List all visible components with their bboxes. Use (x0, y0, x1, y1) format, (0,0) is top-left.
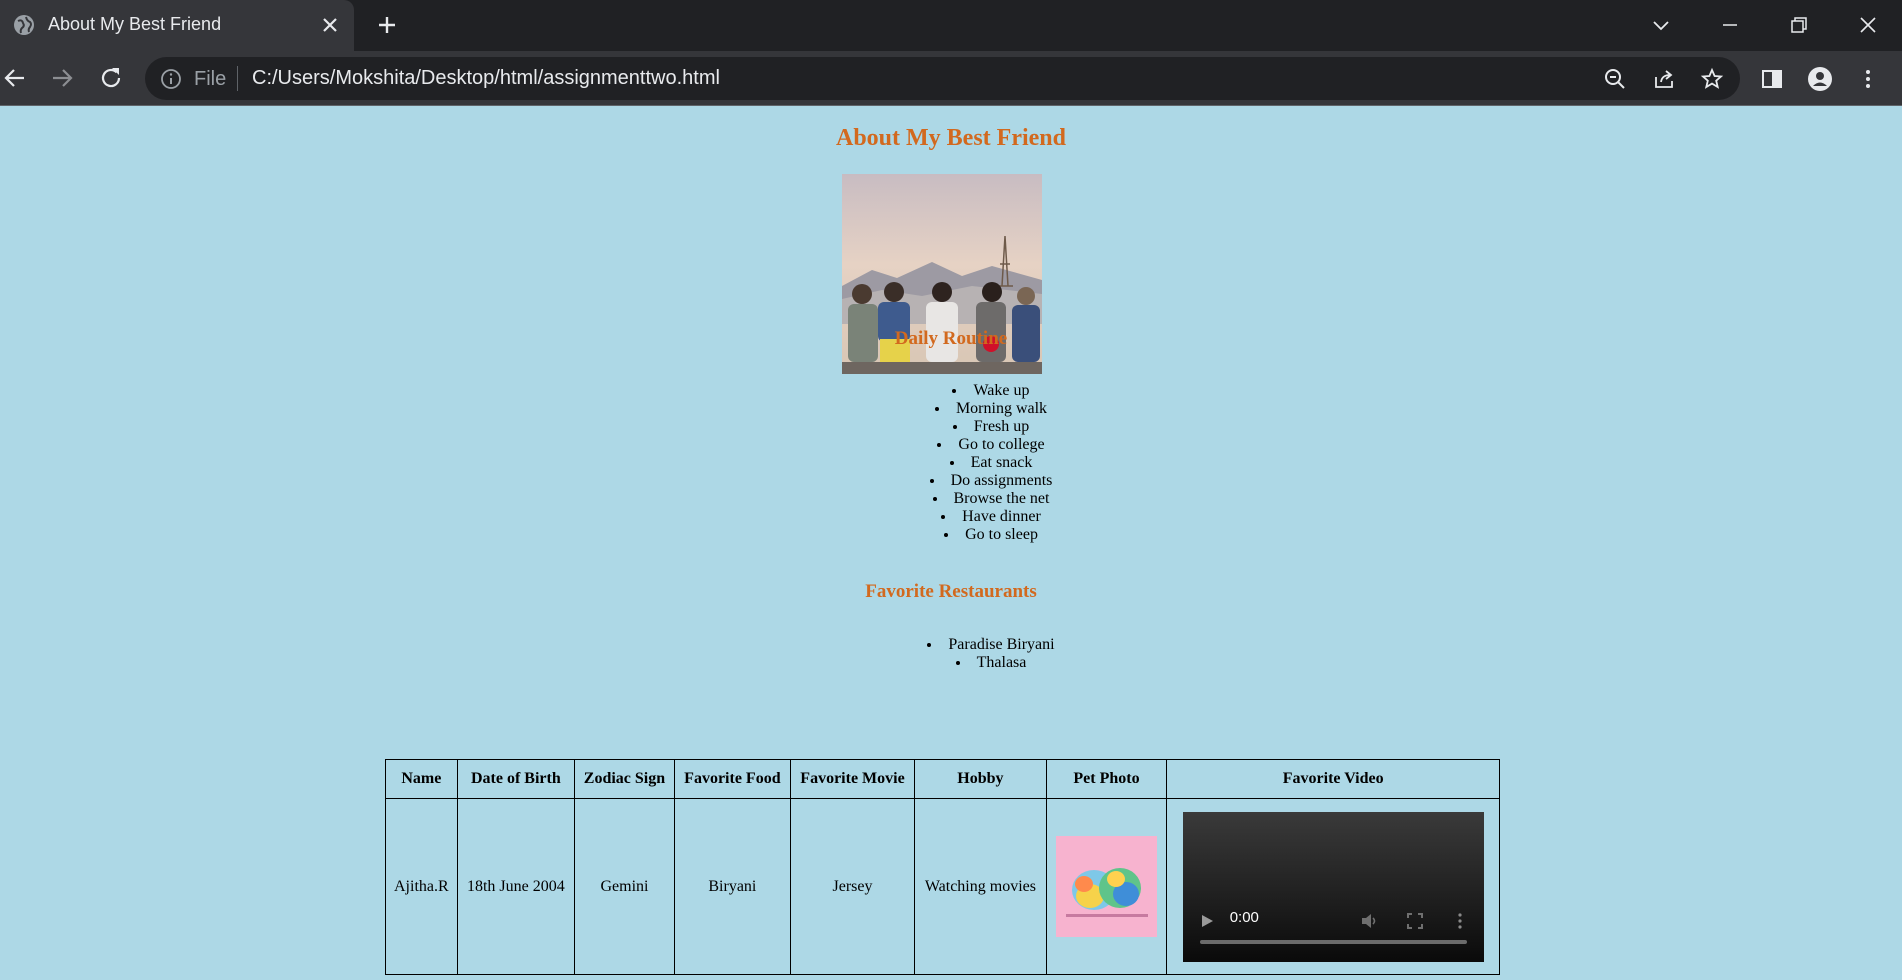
routine-item: Browse the net (40, 490, 1902, 508)
routine-item: Do assignments (40, 472, 1902, 490)
more-options-icon[interactable] (1451, 912, 1469, 930)
routine-item: Fresh up (40, 418, 1902, 436)
globe-icon (14, 15, 34, 35)
address-separator (237, 66, 238, 91)
address-bar[interactable]: File C:/Users/Mokshita/Desktop/html/assi… (145, 57, 1740, 100)
minimize-icon[interactable] (1717, 12, 1743, 38)
dob-cell: 18th June 2004 (456, 798, 576, 975)
food-cell: Biryani (673, 798, 791, 975)
fullscreen-icon[interactable] (1406, 912, 1423, 929)
favorite-restaurants-heading: Favorite Restaurants (865, 581, 1037, 602)
tab-title: About My Best Friend (48, 14, 222, 34)
volume-icon[interactable] (1359, 911, 1379, 931)
zoom-out-icon[interactable] (1603, 67, 1627, 91)
address-scheme-label: File (194, 68, 227, 90)
bookmark-star-icon[interactable] (1700, 67, 1724, 91)
pet-photo (1056, 836, 1157, 937)
routine-item: Eat snack (40, 454, 1902, 472)
routine-item: Have dinner (40, 508, 1902, 526)
daily-routine-list: Wake up Morning walk Fresh up Go to coll… (0, 382, 1902, 544)
column-header: Pet Photo (1045, 759, 1168, 799)
column-header: Favorite Movie (789, 759, 916, 799)
movie-cell: Jersey (789, 798, 916, 975)
new-tab-icon[interactable] (375, 13, 399, 37)
reload-icon[interactable] (98, 65, 124, 91)
routine-item: Go to college (40, 436, 1902, 454)
forward-icon[interactable] (49, 65, 75, 91)
column-header: Name (385, 759, 458, 799)
page-title: About My Best Friend (836, 125, 1066, 151)
restaurant-item: Paradise Biryani (40, 636, 1902, 654)
restaurant-item: Thalasa (40, 654, 1902, 672)
play-icon[interactable] (1199, 913, 1215, 929)
daily-routine-heading: Daily Routine (894, 328, 1008, 349)
tab-strip: About My Best Friend (0, 0, 1902, 51)
column-header: Zodiac Sign (574, 759, 675, 799)
favorite-video-player[interactable]: 0:00 (1182, 811, 1484, 962)
active-tab[interactable]: About My Best Friend (0, 0, 354, 51)
browser-toolbar: File C:/Users/Mokshita/Desktop/html/assi… (0, 51, 1902, 106)
table-header-row: Name Date of Birth Zodiac Sign Favorite … (385, 759, 1500, 799)
pet-photo-cell (1045, 798, 1168, 975)
column-header: Hobby (914, 759, 1047, 799)
hobby-cell: Watching movies (914, 798, 1047, 975)
back-icon[interactable] (2, 65, 28, 91)
name-cell: Ajitha.R (385, 798, 458, 975)
table-row: Ajitha.R 18th June 2004 Gemini Biryani J… (385, 798, 1500, 975)
column-header: Date of Birth (456, 759, 576, 799)
tab-search-icon[interactable] (1648, 12, 1674, 38)
profile-icon[interactable] (1807, 66, 1833, 92)
url-text[interactable]: C:/Users/Mokshita/Desktop/html/assignmen… (252, 67, 720, 90)
routine-item: Morning walk (40, 400, 1902, 418)
close-window-icon[interactable] (1855, 12, 1881, 38)
video-time: 0:00 (1229, 908, 1259, 926)
video-progress-track[interactable] (1199, 939, 1467, 944)
close-tab-icon[interactable] (318, 13, 342, 37)
restore-icon[interactable] (1786, 12, 1812, 38)
video-cell: 0:00 (1166, 798, 1500, 975)
side-panel-icon[interactable] (1759, 66, 1785, 92)
menu-icon[interactable] (1855, 66, 1881, 92)
friend-info-table: Name Date of Birth Zodiac Sign Favorite … (385, 759, 1500, 975)
info-icon[interactable] (160, 68, 182, 90)
column-header: Favorite Food (673, 759, 791, 799)
routine-item: Wake up (40, 382, 1902, 400)
share-icon[interactable] (1652, 67, 1676, 91)
column-header: Favorite Video (1166, 759, 1500, 799)
routine-item: Go to sleep (40, 526, 1902, 544)
zodiac-cell: Gemini (574, 798, 675, 975)
favorite-restaurants-list: Paradise Biryani Thalasa (0, 636, 1902, 672)
